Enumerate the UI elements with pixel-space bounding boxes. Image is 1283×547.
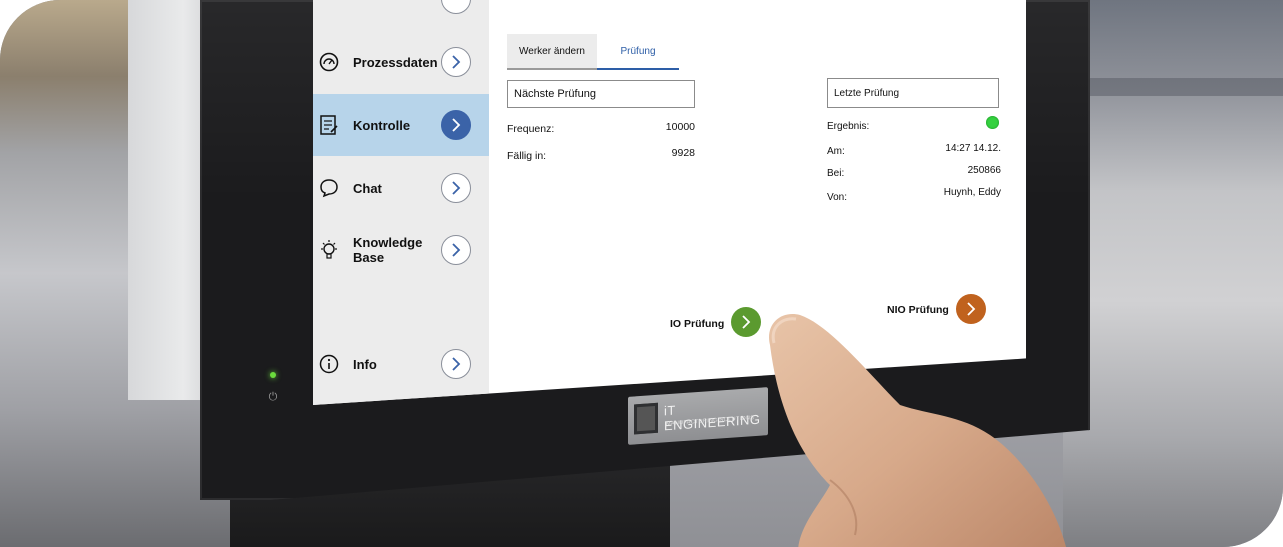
info-icon	[318, 353, 340, 375]
by-value: Huynh, Eddy	[943, 187, 1001, 198]
next-check-title-box: Nächste Prüfung	[507, 80, 695, 108]
sidebar-item-knowledge-base[interactable]: Knowledge Base	[313, 220, 489, 280]
chevron-right-icon[interactable]	[441, 47, 471, 77]
sidebar: Prozessdaten Kontrolle Chat Knowledge Ba…	[313, 0, 489, 405]
tab-werker-aendern[interactable]: Werker ändern	[507, 34, 597, 70]
frequency-label: Frequenz:	[507, 123, 555, 135]
result-ok-indicator	[986, 116, 999, 129]
at-value: 250866	[967, 165, 1001, 176]
lightbulb-icon	[318, 239, 340, 261]
tab-label: Werker ändern	[519, 45, 585, 57]
io-check-label: IO Prüfung	[670, 318, 725, 330]
chevron-right-icon[interactable]	[441, 235, 471, 265]
sidebar-item-kontrolle[interactable]: Kontrolle	[313, 94, 489, 156]
brand-logo: iT ENGINEERING MANUFACTURING SOLUTIONS	[628, 387, 768, 445]
tab-label: Prüfung	[620, 45, 656, 57]
at-label: Bei:	[827, 168, 845, 179]
sidebar-item-info[interactable]: Info	[313, 334, 489, 394]
power-icon[interactable]: ⏻	[268, 392, 278, 403]
due-label: Fällig in:	[507, 150, 547, 162]
logo-mark-icon	[634, 402, 658, 435]
background-rail	[1083, 78, 1283, 96]
checklist-icon	[318, 114, 340, 136]
power-led	[270, 372, 276, 378]
chevron-right-icon[interactable]	[441, 349, 471, 379]
sidebar-item-prozessdaten[interactable]: Prozessdaten	[313, 32, 489, 92]
pointing-hand	[769, 314, 1066, 547]
photo-background: ⏻ Prozessdaten Kontrolle Chat Knowledge …	[0, 0, 1283, 547]
by-label: Von:	[827, 192, 848, 203]
chevron-right-icon[interactable]	[441, 173, 471, 203]
sidebar-item-label: Chat	[353, 180, 382, 196]
sidebar-item-label: Info	[353, 356, 377, 372]
date-value: 14:27 14.12.	[945, 143, 1001, 154]
date-label: Am:	[827, 146, 845, 157]
chevron-right-icon[interactable]	[441, 110, 471, 140]
chat-bubble-icon	[318, 177, 340, 199]
chevron-right-icon	[742, 315, 751, 329]
last-check-title-box: Letzte Prüfung	[827, 78, 999, 108]
frequency-value: 10000	[665, 121, 695, 133]
sidebar-item-label: Knowledge Base	[353, 235, 423, 265]
last-check-title: Letzte Prüfung	[834, 87, 900, 99]
sidebar-item-chat[interactable]: Chat	[313, 158, 489, 218]
tab-pruefung[interactable]: Prüfung	[597, 34, 679, 70]
sidebar-item-label: Prozessdaten	[353, 54, 438, 70]
result-label: Ergebnis:	[827, 121, 870, 132]
gauge-icon	[318, 51, 340, 73]
due-value: 9928	[671, 147, 695, 159]
sidebar-item-label: Kontrolle	[353, 117, 411, 133]
nav-arrow-partial[interactable]	[441, 0, 471, 14]
next-check-title: Nächste Prüfung	[514, 88, 596, 100]
io-check-button[interactable]	[731, 307, 761, 337]
